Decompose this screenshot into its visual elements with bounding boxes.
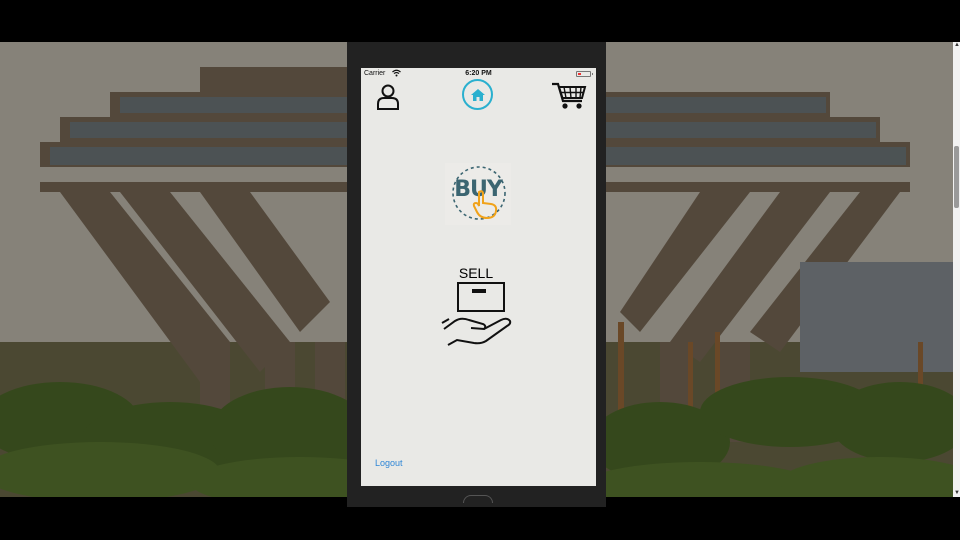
pointing-hand-icon	[472, 190, 498, 220]
battery-icon	[576, 71, 591, 77]
scroll-down-arrow-icon[interactable]: ▼	[954, 490, 960, 496]
profile-button[interactable]	[373, 82, 403, 112]
buy-button[interactable]: BUY	[445, 163, 511, 225]
scrollbar-thumb[interactable]	[954, 146, 959, 208]
logout-link[interactable]: Logout	[375, 458, 403, 468]
shopping-cart-icon	[552, 82, 587, 109]
person-icon	[377, 84, 399, 110]
home-icon	[470, 88, 485, 101]
scrollbar-track[interactable]	[953, 42, 960, 497]
app-screen: Carrier 6:20 PM BUY SELL Logout	[361, 68, 596, 486]
simulator-window: ▲ ▼ Carrier 6:20 PM BUY SELL Logout	[0, 0, 960, 540]
sell-box-hand-icon[interactable]	[441, 279, 515, 349]
clock-label: 6:20 PM	[465, 70, 492, 77]
device-home-button[interactable]	[463, 495, 493, 503]
home-button[interactable]	[462, 79, 493, 110]
cart-button[interactable]	[550, 80, 588, 112]
battery-nub	[592, 73, 593, 75]
scroll-up-arrow-icon[interactable]: ▲	[954, 42, 960, 48]
